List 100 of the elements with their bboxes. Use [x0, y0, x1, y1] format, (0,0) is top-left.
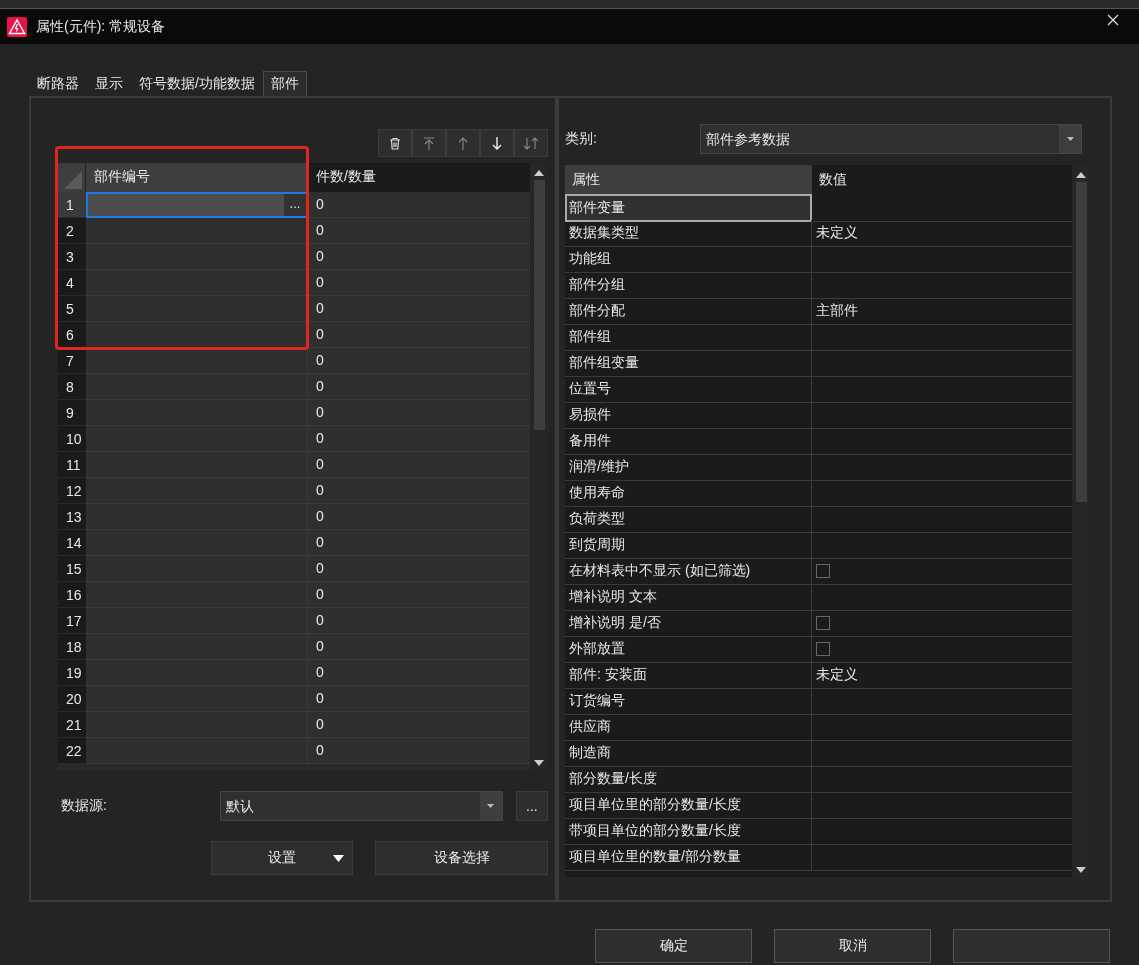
row-number[interactable]: 1 [58, 192, 86, 218]
property-name[interactable]: 项目单位里的数量/部分数量 [565, 844, 812, 871]
row-number[interactable]: 5 [58, 296, 86, 322]
arrow-up-icon [457, 136, 469, 150]
value-text: 未定义 [816, 666, 858, 684]
property-name[interactable]: 带项目单位的部分数量/长度 [565, 818, 812, 845]
table-cell: 0 [308, 400, 530, 426]
property-name[interactable]: 位置号 [565, 376, 812, 403]
action-button[interactable]: 设备选择 [375, 841, 548, 875]
property-name[interactable]: 数据集类型 [565, 220, 812, 247]
row-number[interactable]: 20 [58, 686, 86, 712]
dropdown-caret-icon [487, 804, 495, 808]
select-all-corner[interactable] [58, 163, 86, 192]
row-number[interactable]: 12 [58, 478, 86, 504]
scroll-down-icon[interactable] [1076, 867, 1086, 873]
arrow-to-top-icon [423, 136, 435, 150]
window-title: 属性(元件): 常规设备 [36, 17, 167, 36]
property-name[interactable]: 供应商 [565, 714, 812, 741]
row-number[interactable]: 3 [58, 244, 86, 270]
row-number[interactable]: 18 [58, 634, 86, 660]
data-source-label: 数据源: [60, 797, 108, 815]
row-number[interactable]: 14 [58, 530, 86, 556]
property-value[interactable]: 未定义 [812, 662, 1072, 689]
row-number[interactable]: 6 [58, 322, 86, 348]
row-number[interactable]: 8 [58, 374, 86, 400]
checkbox[interactable] [816, 616, 830, 630]
row-number[interactable]: 16 [58, 582, 86, 608]
table-cell: 0 [308, 634, 530, 660]
row-number[interactable]: 17 [58, 608, 86, 634]
row-number[interactable]: 21 [58, 712, 86, 738]
property-name[interactable]: 外部放置 [565, 636, 812, 663]
property-value[interactable]: 未定义 [812, 220, 1072, 247]
checkbox[interactable] [816, 564, 830, 578]
row-number[interactable]: 15 [58, 556, 86, 582]
row-number[interactable]: 10 [58, 426, 86, 452]
property-name[interactable]: 负荷类型 [565, 506, 812, 533]
table-cell: 0 [308, 192, 530, 218]
value-text: 未定义 [816, 224, 858, 242]
property-name[interactable]: 部件分配 [565, 298, 812, 325]
dialog-button[interactable]: 确定 [595, 929, 752, 963]
column-header[interactable]: 件数/数量 [308, 163, 530, 192]
property-name[interactable]: 增补说明 是/否 [565, 610, 812, 637]
property-name[interactable]: 制造商 [565, 740, 812, 767]
data-source-dropdown[interactable]: 默认 [219, 791, 503, 821]
table-cell: 0 [308, 712, 530, 738]
part-number-field[interactable]: ... [86, 192, 308, 218]
property-name[interactable]: 部件变量 [565, 194, 812, 222]
scroll-down-icon[interactable] [534, 760, 544, 766]
property-name[interactable]: 部件组变量 [565, 350, 812, 377]
property-name[interactable]: 在材料表中不显示 (如已筛选) [565, 558, 812, 585]
table-cell: 0 [308, 660, 530, 686]
column-header[interactable]: 部件编号 [86, 163, 308, 192]
row-number[interactable]: 4 [58, 270, 86, 296]
category-dropdown[interactable]: 部件参考数据 [700, 124, 1082, 154]
tab[interactable]: 符号数据/功能数据 [131, 71, 263, 96]
property-name[interactable]: 部分数量/长度 [565, 766, 812, 793]
property-name[interactable]: 易损件 [565, 402, 812, 429]
row-number[interactable]: 19 [58, 660, 86, 686]
property-name[interactable]: 部件: 安装面 [565, 662, 812, 689]
trash-icon [389, 136, 401, 150]
browse-button[interactable]: ... [515, 791, 548, 821]
close-icon[interactable] [1107, 13, 1119, 26]
property-name[interactable]: 部件组 [565, 324, 812, 351]
move-down-button[interactable] [480, 129, 514, 157]
property-name[interactable]: 增补说明 文本 [565, 584, 812, 611]
dialog-button[interactable] [953, 929, 1110, 963]
row-number[interactable]: 7 [58, 348, 86, 374]
table-cell: 0 [308, 348, 530, 374]
row-number[interactable]: 11 [58, 452, 86, 478]
row-number[interactable]: 13 [58, 504, 86, 530]
row-number[interactable]: 2 [58, 218, 86, 244]
row-number[interactable]: 9 [58, 400, 86, 426]
property-name[interactable]: 订货编号 [565, 688, 812, 715]
tab[interactable]: 断路器 [29, 71, 87, 96]
action-button[interactable]: 设置 [211, 841, 354, 875]
table-cell: 0 [308, 270, 530, 296]
table-cell: 0 [308, 582, 530, 608]
property-name[interactable]: 到货周期 [565, 532, 812, 559]
table-cell: 0 [308, 738, 530, 764]
tab[interactable]: 部件 [262, 71, 307, 96]
property-value[interactable]: 主部件 [812, 298, 1072, 325]
scroll-thumb[interactable] [533, 180, 545, 430]
property-name[interactable]: 项目单位里的部分数量/长度 [565, 792, 812, 819]
scroll-up-icon[interactable] [1076, 172, 1086, 178]
dialog-button[interactable]: 取消 [774, 929, 931, 963]
property-name[interactable]: 部件分组 [565, 272, 812, 299]
column-header[interactable]: 属性 [565, 165, 812, 195]
scroll-up-icon[interactable] [534, 170, 544, 176]
delete-button[interactable] [378, 129, 412, 157]
row-number[interactable]: 22 [58, 738, 86, 764]
property-name[interactable]: 备用件 [565, 428, 812, 455]
property-name[interactable]: 润滑/维护 [565, 454, 812, 481]
browse-button[interactable]: ... [284, 194, 306, 216]
scroll-thumb[interactable] [1075, 182, 1087, 502]
property-name[interactable]: 使用寿命 [565, 480, 812, 507]
checkbox[interactable] [816, 642, 830, 656]
arrow-down-icon [491, 136, 503, 150]
table-cell: 0 [308, 426, 530, 452]
tab[interactable]: 显示 [87, 71, 131, 96]
property-name[interactable]: 功能组 [565, 246, 812, 273]
